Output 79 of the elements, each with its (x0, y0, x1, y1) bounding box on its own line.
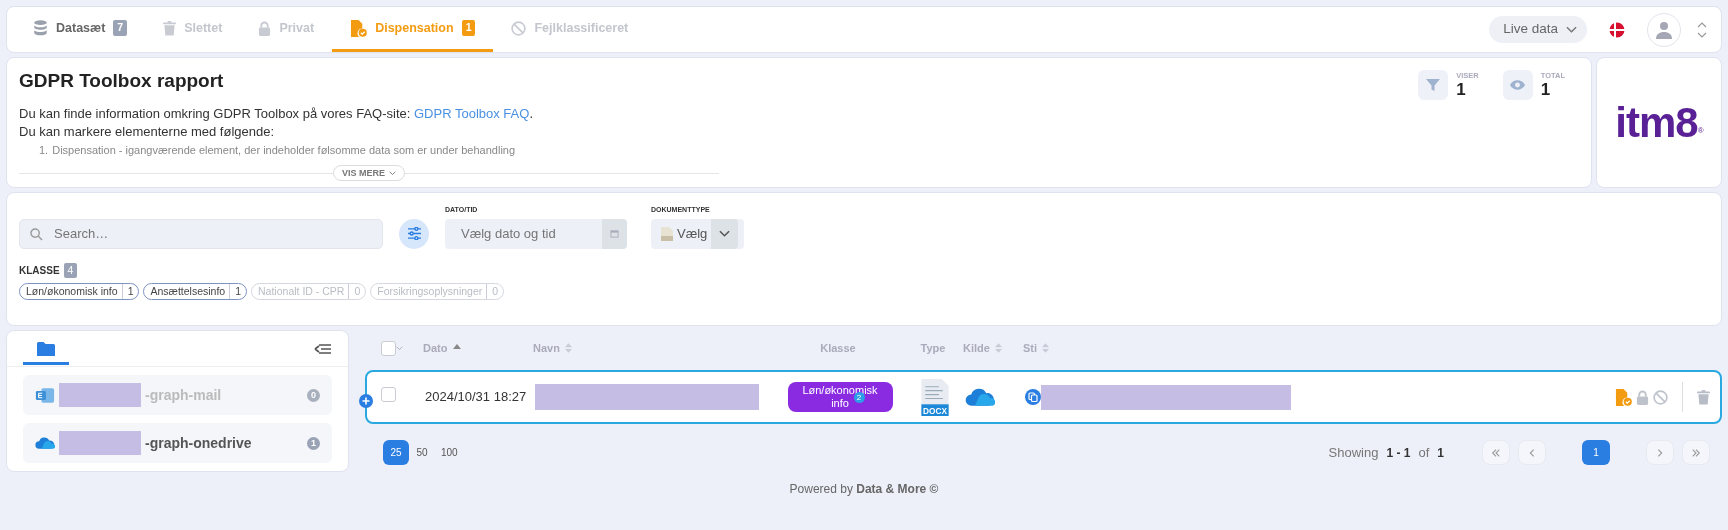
calendar-button[interactable] (602, 218, 627, 249)
first-page-icon (1491, 447, 1501, 458)
page-size-option[interactable]: 25 (383, 440, 409, 465)
column-header[interactable]: Navn (533, 339, 560, 357)
eye-icon (1509, 79, 1527, 91)
class-filter-chip[interactable]: Ansættelsesinfo 1 (143, 283, 248, 301)
row-action-icon[interactable] (1653, 387, 1668, 407)
ban-icon (511, 20, 527, 36)
file-check-icon (350, 19, 368, 37)
column-header: Type (920, 340, 946, 356)
date-time-field[interactable]: Vælg dato og tid (445, 218, 602, 249)
next-page-icon (1655, 447, 1665, 458)
ban-icon (1653, 390, 1668, 406)
list-number: 1. (39, 142, 49, 158)
folder-icon (37, 341, 55, 356)
data-mode-dropdown[interactable]: Live data (1489, 16, 1587, 43)
previous-page-icon (1527, 447, 1537, 458)
filter-icon (1426, 78, 1441, 92)
class-filter-chip[interactable]: Løn/økonomisk info 1 (19, 283, 140, 301)
stat-value: 1 (1456, 81, 1467, 100)
page-size-option[interactable]: 50 (409, 440, 435, 465)
previous-page-button[interactable] (1518, 440, 1546, 465)
total-text: 1 (1437, 444, 1444, 462)
klasse-label: KLASSE (19, 263, 60, 278)
class-tag: Løn/økonomisk info 2 (787, 382, 893, 412)
range-text: 1 - 1 (1386, 444, 1411, 462)
search-field[interactable]: Search… (19, 218, 383, 249)
delete-icon[interactable] (1697, 387, 1710, 407)
chevron-down-icon (396, 345, 403, 351)
chevron-down-icon (1566, 25, 1577, 34)
copy-icon (1025, 389, 1041, 405)
last-page-button[interactable] (1682, 440, 1710, 465)
lock-icon (1636, 390, 1649, 406)
up-down-chevron-icon (1697, 21, 1707, 38)
next-page-button[interactable] (1646, 440, 1674, 465)
column-header: Klasse (820, 340, 856, 356)
date-cell-text: 2024/10/31 18:27 (425, 388, 528, 407)
user-avatar[interactable] (1647, 12, 1681, 47)
select-all-checkbox[interactable] (381, 340, 396, 356)
showing-label: Showing (1328, 443, 1379, 462)
intro-text: Du kan finde information omkring GDPR Toolbox på vores FAQ-site: GDPR Toolbox FAQ. (19, 104, 534, 123)
chevron-down-icon (719, 229, 731, 238)
last-page-icon (1691, 447, 1701, 458)
document-type-dropdown[interactable]: Vælg (651, 218, 744, 249)
column-header[interactable]: Kilde (963, 339, 990, 357)
klasse-count: 4 (63, 262, 78, 279)
stat-value: 1 (1540, 81, 1552, 100)
row-checkbox[interactable] (381, 386, 396, 402)
database-icon (33, 20, 48, 36)
row-action-icon[interactable] (1615, 387, 1632, 407)
tab[interactable]: Dispensation 1 (332, 7, 494, 52)
sliders-icon (406, 227, 422, 240)
info-text: Du kan markere elementerne med følgende: (19, 122, 276, 141)
trash-icon (1697, 390, 1710, 406)
file-check-icon (1615, 389, 1632, 407)
denmark-flag-icon (1609, 21, 1625, 38)
column-header[interactable]: Dato (423, 339, 448, 357)
trash-icon (163, 20, 177, 36)
calendar-icon (610, 229, 619, 238)
person-icon (1654, 19, 1674, 40)
chevron-down-icon (389, 170, 396, 176)
page-size-option[interactable]: 100 (435, 440, 461, 465)
list-text: Dispensation - igangværende element, der indeholder følsomme data som er under behandling (52, 142, 516, 158)
tab[interactable]: Datasæt 7 (15, 7, 146, 52)
lock-icon (258, 20, 272, 36)
of-label: of (1418, 443, 1430, 462)
report-title: GDPR Toolbox rapport (19, 70, 225, 93)
first-page-button[interactable] (1482, 440, 1510, 465)
filter-settings-button[interactable] (399, 218, 429, 249)
page-button[interactable]: 1 (1582, 440, 1610, 465)
show-more-button[interactable]: VIS MERE (333, 165, 405, 181)
mail-app-icon (35, 386, 55, 404)
cloud-icon (35, 437, 55, 449)
cloud-icon (965, 388, 995, 406)
column-header[interactable]: Sti (1023, 339, 1038, 357)
arrow-lines-icon (314, 343, 332, 356)
source-item[interactable]: -graph-onedrive 1 (23, 423, 332, 463)
file-icon (661, 226, 673, 241)
footer-text: Powered by Data & More © (788, 481, 940, 498)
